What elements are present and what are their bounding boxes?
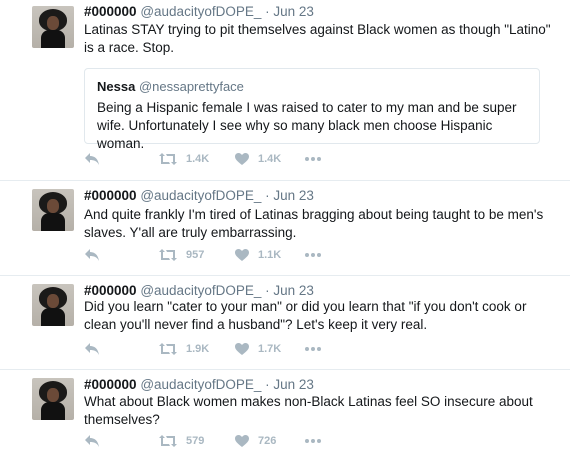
like-icon [235, 153, 249, 165]
retweet-button[interactable]: 957 [158, 248, 204, 262]
tweet-date[interactable]: Jun 23 [273, 188, 314, 203]
like-button[interactable]: 1.1K [234, 248, 281, 262]
reply-button[interactable] [84, 248, 100, 262]
retweet-count: 957 [186, 249, 205, 261]
user-handle[interactable]: @audacityofDOPE_ [140, 4, 261, 19]
reply-icon [85, 343, 99, 355]
retweet-count: 579 [186, 435, 205, 447]
tweet-date[interactable]: Jun 23 [273, 283, 314, 298]
display-name[interactable]: #000000 [84, 188, 137, 203]
tweet-header: #000000 @audacityofDOPE_ · Jun 23 [84, 188, 314, 203]
avatar[interactable] [32, 189, 74, 231]
tweet-text: What about Black women makes non-Black L… [84, 394, 533, 427]
retweet-icon [159, 153, 177, 165]
display-name[interactable]: #000000 [84, 283, 137, 298]
user-handle[interactable]: @audacityofDOPE_ [140, 377, 261, 392]
like-icon [235, 249, 249, 261]
retweet-button[interactable]: 1.9K [158, 342, 209, 356]
reply-icon [85, 249, 99, 261]
tweet-4[interactable]: #000000 @audacityofDOPE_ · Jun 23 What a… [0, 370, 570, 460]
like-count: 1.1K [258, 249, 282, 261]
more-icon [305, 439, 321, 443]
reply-button[interactable] [84, 342, 100, 356]
reply-icon [85, 153, 99, 165]
tweet-date[interactable]: Jun 23 [273, 4, 314, 19]
tweet-text: Did you learn "cater to your man" or did… [84, 299, 527, 332]
tweet-header: #000000 @audacityofDOPE_ · Jun 23 [84, 4, 314, 19]
quoted-text: Being a Hispanic female I was raised to … [97, 100, 517, 151]
like-count: 726 [258, 435, 277, 447]
tweet-1[interactable]: #000000 @audacityofDOPE_ · Jun 23 Latina… [0, 0, 570, 180]
like-icon [235, 435, 249, 447]
separator-dot: · [265, 4, 270, 19]
quoted-handle: @nessaprettyface [138, 79, 244, 94]
retweet-count: 1.4K [186, 153, 210, 165]
more-icon [305, 157, 321, 161]
retweet-icon [159, 435, 177, 447]
user-handle[interactable]: @audacityofDOPE_ [140, 188, 261, 203]
tweet-header: #000000 @audacityofDOPE_ · Jun 23 [84, 377, 314, 392]
retweet-button[interactable]: 1.4K [158, 152, 209, 166]
more-icon [305, 347, 321, 351]
more-button[interactable] [304, 434, 322, 448]
more-button[interactable] [304, 248, 322, 262]
quoted-author: Nessa @nessaprettyface [97, 79, 244, 94]
display-name[interactable]: #000000 [84, 377, 137, 392]
tweet-text: And quite frankly I'm tired of Latinas b… [84, 207, 544, 240]
more-button[interactable] [304, 152, 322, 166]
separator-dot: · [265, 377, 270, 392]
like-button[interactable]: 1.7K [234, 342, 281, 356]
quoted-display-name: Nessa [97, 79, 136, 94]
tweet-2[interactable]: #000000 @audacityofDOPE_ · Jun 23 And qu… [0, 181, 570, 275]
tweet-3[interactable]: #000000 @audacityofDOPE_ · Jun 23 Did yo… [0, 276, 570, 369]
tweet-text: Latinas STAY trying to pit themselves ag… [84, 22, 551, 55]
separator-dot: · [265, 188, 270, 203]
tweet-date[interactable]: Jun 23 [273, 377, 314, 392]
quoted-tweet[interactable]: Nessa @nessaprettyface Being a Hispanic … [84, 68, 540, 151]
retweet-icon [159, 249, 177, 261]
more-button[interactable] [304, 342, 322, 356]
reply-icon [85, 435, 99, 447]
avatar[interactable] [32, 378, 74, 420]
avatar[interactable] [32, 284, 74, 326]
avatar[interactable] [32, 6, 74, 48]
like-icon [235, 343, 249, 355]
like-count: 1.4K [258, 153, 282, 165]
reply-button[interactable] [84, 152, 100, 166]
like-count: 1.7K [258, 343, 282, 355]
like-button[interactable]: 1.4K [234, 152, 281, 166]
user-handle[interactable]: @audacityofDOPE_ [140, 283, 261, 298]
retweet-button[interactable]: 579 [158, 434, 204, 448]
like-button[interactable]: 726 [234, 434, 276, 448]
more-icon [305, 253, 321, 257]
retweet-icon [159, 343, 177, 355]
retweet-count: 1.9K [186, 343, 210, 355]
reply-button[interactable] [84, 434, 100, 448]
tweet-header: #000000 @audacityofDOPE_ · Jun 23 [84, 283, 314, 298]
separator-dot: · [265, 283, 270, 298]
display-name[interactable]: #000000 [84, 4, 137, 19]
